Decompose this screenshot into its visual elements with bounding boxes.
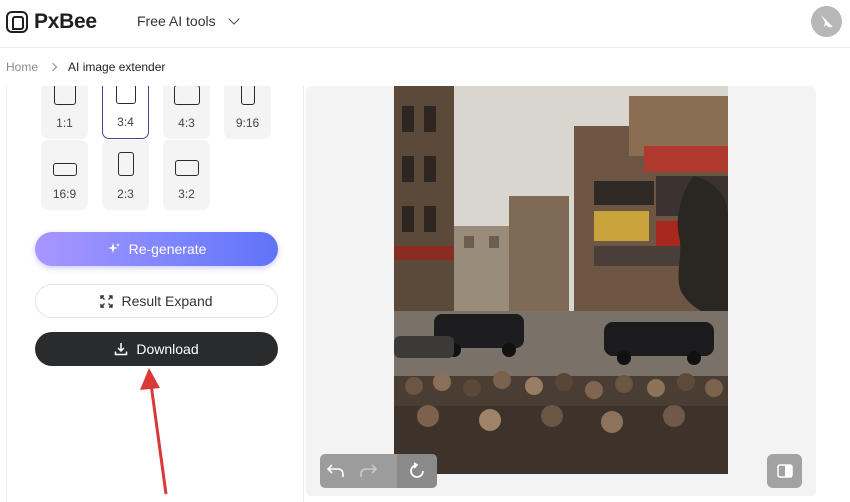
avatar-bird-icon (820, 14, 833, 29)
ratio-option-9-16[interactable]: 9:16 (224, 86, 271, 139)
ratio-option-2-3[interactable]: 2:3 (102, 140, 149, 210)
breadcrumb-current: AI image extender (68, 60, 166, 74)
ratio-label: 4:3 (178, 116, 195, 130)
ratio-label: 1:1 (56, 116, 73, 130)
reset-icon (410, 462, 424, 478)
ratio-option-1-1[interactable]: 1:1 (41, 86, 88, 139)
download-button[interactable]: Download (35, 332, 278, 366)
download-icon (115, 343, 128, 356)
ratio-wide-icon (52, 163, 77, 176)
regenerate-label: Re-generate (128, 241, 207, 257)
compare-button[interactable] (767, 454, 802, 488)
ratio-landscape-icon (174, 160, 199, 176)
logo-text: PxBee (34, 10, 97, 33)
result-image (394, 86, 728, 474)
pxbee-logo[interactable]: PxBee (6, 10, 97, 34)
ratio-label: 2:3 (117, 187, 134, 201)
regenerate-button[interactable]: Re-generate (35, 232, 278, 266)
ratio-label: 3:2 (178, 187, 195, 201)
undo-icon (327, 464, 344, 477)
pxbee-logo-icon (6, 11, 28, 33)
compare-icon (776, 464, 793, 478)
undo-button[interactable] (320, 454, 352, 488)
chevron-right-icon (48, 62, 58, 72)
ratio-square-icon (53, 86, 76, 105)
breadcrumb-home-link[interactable]: Home (6, 60, 38, 74)
result-expand-button[interactable]: Result Expand (35, 284, 278, 318)
ratio-option-16-9[interactable]: 16:9 (41, 140, 88, 210)
ratio-label: 3:4 (117, 115, 134, 129)
free-ai-tools-label: Free AI tools (137, 13, 216, 29)
settings-panel: 1:1 3:4 4:3 9:16 16:9 2:3 3:2 Re-generat… (6, 86, 304, 502)
redo-button[interactable] (352, 454, 384, 488)
result-expand-label: Result Expand (121, 293, 213, 309)
expand-icon (100, 294, 114, 308)
ratio-tall-icon (240, 86, 255, 105)
image-preview-canvas (306, 86, 816, 496)
ratio-option-4-3[interactable]: 4:3 (163, 86, 210, 139)
canvas-toolbar (320, 454, 437, 488)
user-avatar[interactable] (811, 6, 842, 37)
street-scene-image (394, 86, 728, 474)
ratio-portrait-icon (115, 86, 136, 104)
breadcrumb: Home AI image extender (6, 60, 165, 74)
ratio-portrait-icon (117, 152, 134, 176)
ratio-label: 16:9 (52, 187, 77, 201)
ratio-label: 9:16 (235, 116, 260, 130)
sparkle-icon (107, 243, 120, 253)
redo-icon (360, 464, 377, 477)
download-label: Download (136, 341, 199, 357)
ratio-option-3-2[interactable]: 3:2 (163, 140, 210, 210)
reset-button[interactable] (397, 454, 437, 488)
free-ai-tools-menu[interactable]: Free AI tools (137, 13, 240, 29)
ratio-option-3-4[interactable]: 3:4 (102, 86, 149, 139)
top-navigation-bar: PxBee Free AI tools (0, 0, 850, 48)
ratio-landscape-icon (173, 86, 200, 105)
chevron-down-icon (227, 13, 240, 25)
